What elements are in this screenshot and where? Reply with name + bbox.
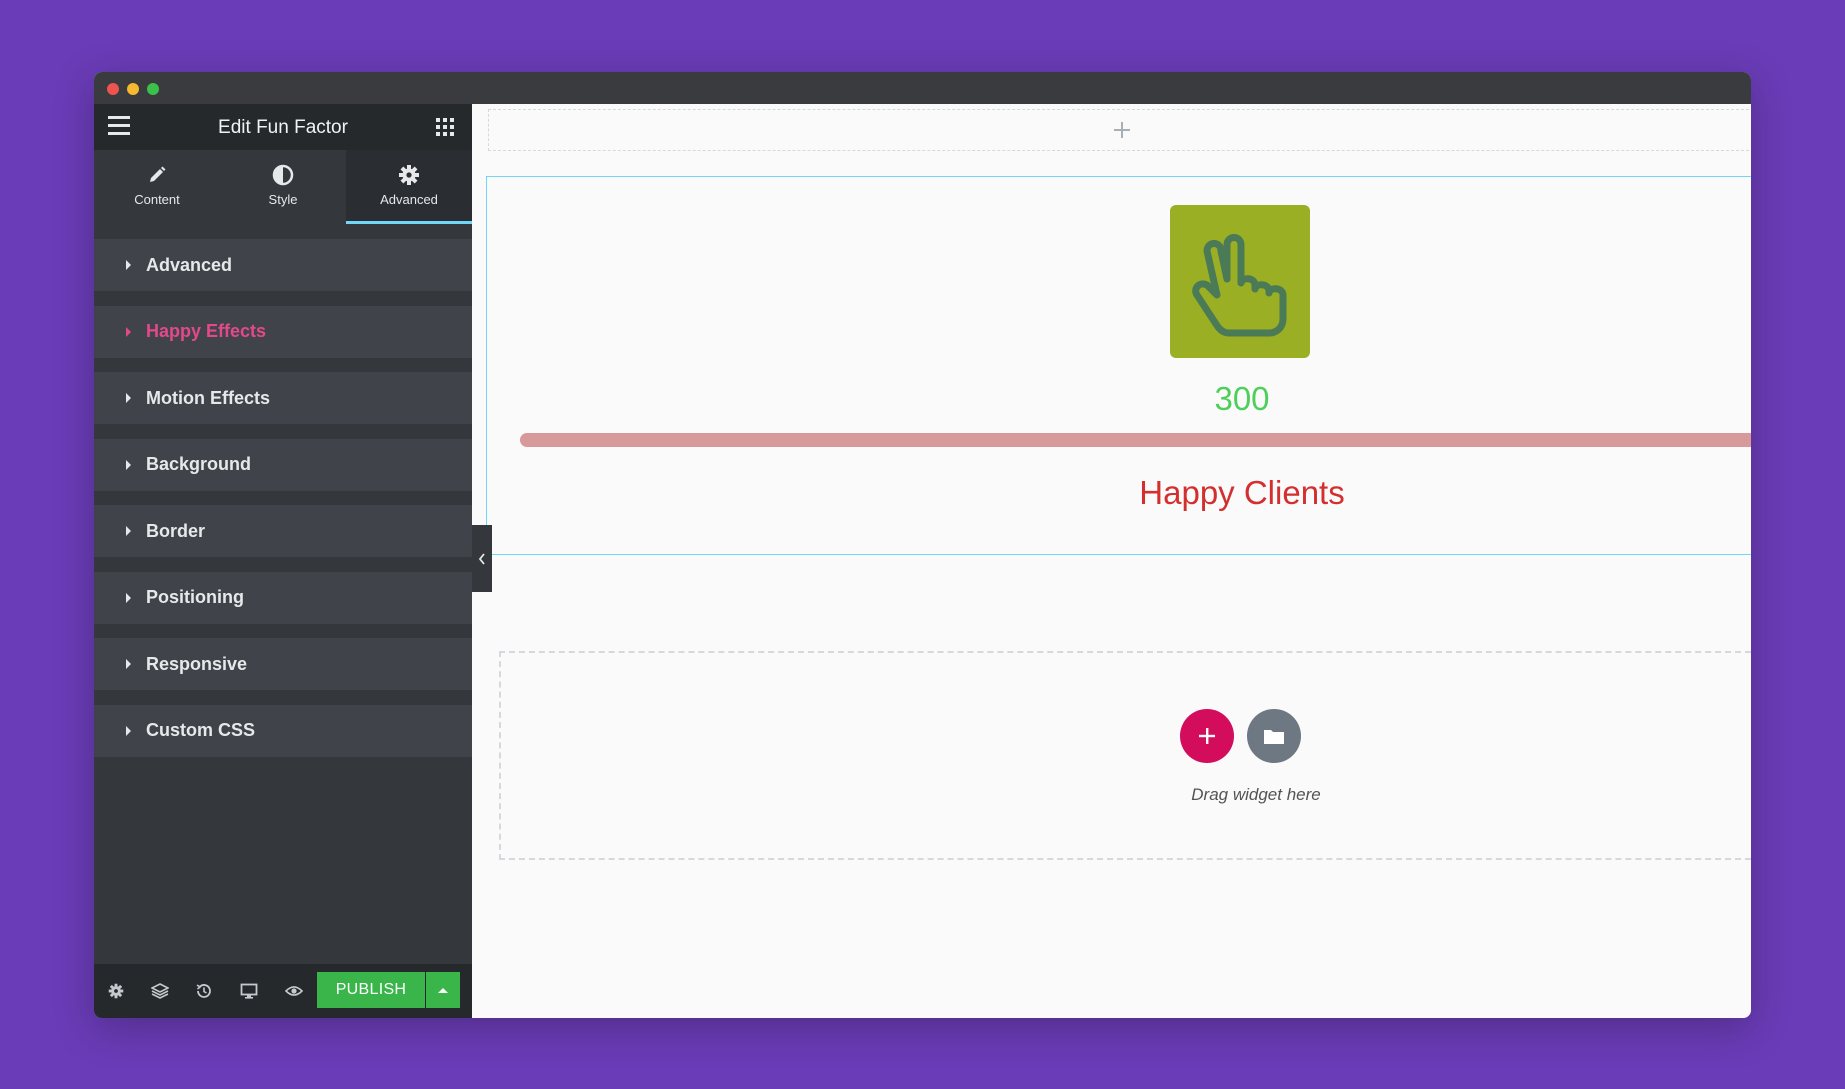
section-custom-css[interactable]: Custom CSS [94,704,472,757]
section-background[interactable]: Background [94,438,472,491]
section-label: Border [146,520,206,541]
empty-section-dropzone[interactable]: Drag widget here [499,651,1751,860]
fun-factor-title: Happy Clients [1139,474,1345,511]
plus-icon [1199,728,1215,744]
plus-icon [1113,122,1130,138]
section-label: Custom CSS [146,720,256,740]
fun-factor-number: 300 [1214,380,1270,417]
tab-advanced[interactable]: Advanced [346,150,472,224]
caret-right-icon [126,725,131,736]
section-label: Advanced [146,254,233,275]
tab-content[interactable]: Content [94,150,220,224]
chevron-left-icon [478,552,485,565]
caret-right-icon [126,326,131,337]
panel-title: Edit Fun Factor [218,117,348,138]
caret-right-icon [126,592,131,603]
history-icon[interactable] [194,981,214,1001]
panel-footer: PUBLISH [94,964,472,1018]
section-advanced[interactable]: Advanced [94,239,472,291]
responsive-icon[interactable] [239,981,259,1001]
browser-window: Edit Fun Factor Content Style Advanced A… [94,72,1751,1018]
tab-advanced-label: Advanced [380,192,438,207]
tab-style-label: Style [268,192,298,207]
section-responsive[interactable]: Responsive [94,638,472,690]
caret-right-icon [126,260,131,270]
gear-icon [398,164,420,186]
section-happy-effects[interactable]: Happy Effects [94,305,472,358]
section-list: Advanced Happy Effects Motion Effects Ba… [94,239,472,771]
publish-button[interactable]: PUBLISH [317,972,425,1008]
editor-canvas: 300 Happy Clients Drag widget here [472,104,1751,1018]
collapse-panel-button[interactable] [472,525,492,592]
section-positioning[interactable]: Positioning [94,571,472,624]
caret-right-icon [126,459,131,470]
minimize-window-button[interactable] [127,83,139,95]
section-label: Motion Effects [146,387,270,408]
preview-icon[interactable] [284,981,304,1001]
fun-factor-widget[interactable]: 300 Happy Clients [486,176,1751,555]
add-template-button[interactable] [1247,709,1301,763]
section-border[interactable]: Border [94,505,472,557]
section-label: Background [146,454,252,474]
caret-right-icon [126,526,131,536]
settings-icon[interactable] [106,981,126,1001]
layers-icon[interactable] [150,981,170,1001]
editor-panel: Edit Fun Factor Content Style Advanced A… [94,104,472,1018]
fun-factor-icon-box [1170,205,1310,358]
tab-style[interactable]: Style [220,150,346,224]
panel-tabs: Content Style Advanced [94,150,472,224]
publish-options-button[interactable] [426,972,460,1008]
close-window-button[interactable] [107,83,119,95]
fun-factor-divider [520,433,1751,447]
peace-hand-icon [1192,233,1287,336]
section-label: Positioning [146,587,244,607]
panel-header: Edit Fun Factor [94,104,472,150]
section-motion-effects[interactable]: Motion Effects [94,372,472,424]
dropzone-hint: Drag widget here [1191,785,1321,804]
half-circle-icon [272,164,294,186]
widgets-grid-icon[interactable] [436,118,454,136]
window-titlebar [94,72,1751,104]
maximize-window-button[interactable] [147,83,159,95]
add-widget-button[interactable] [1180,709,1234,763]
add-section-area[interactable] [488,109,1751,151]
section-label: Happy Effects [146,321,267,341]
pencil-icon [146,164,168,186]
caret-right-icon [126,393,131,403]
tab-content-label: Content [134,192,180,207]
section-label: Responsive [146,653,248,674]
folder-icon [1264,730,1284,744]
caret-right-icon [126,659,131,669]
